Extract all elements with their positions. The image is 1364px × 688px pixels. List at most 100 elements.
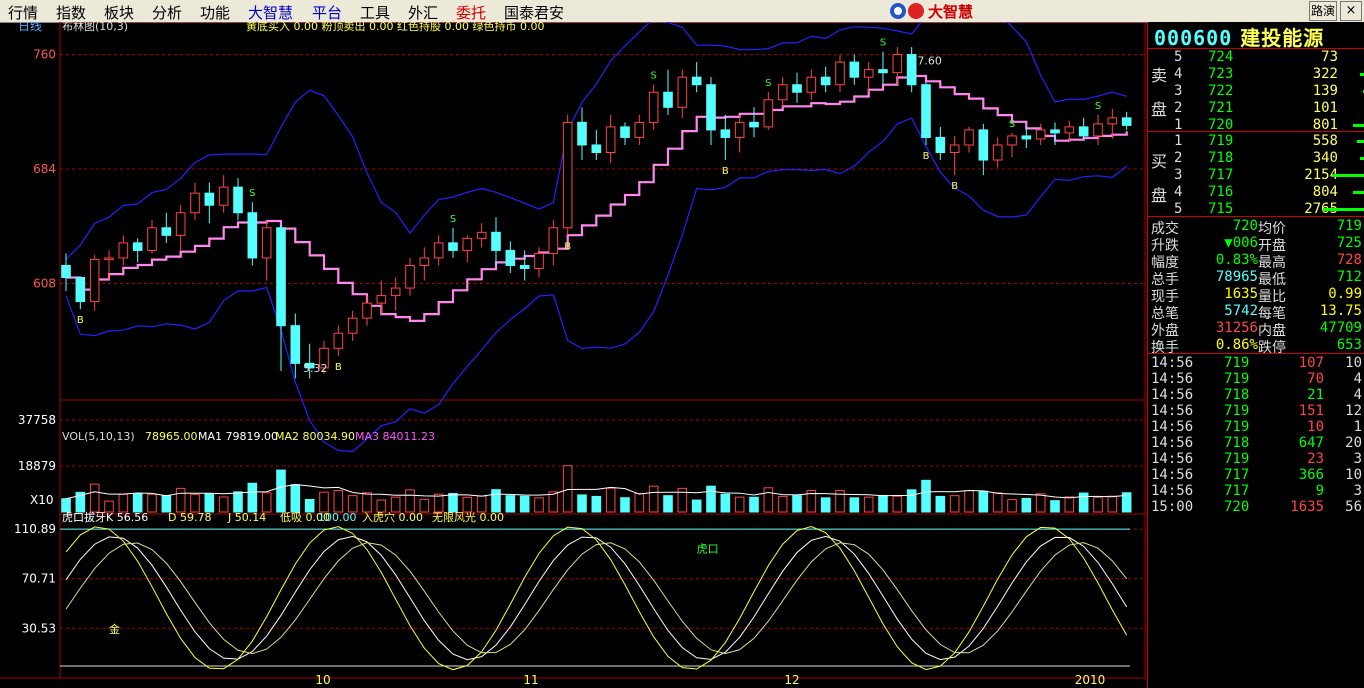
volume-indicator-bar	[1360, 157, 1364, 160]
candle-body	[433, 242, 444, 259]
bid-price: 715	[1208, 201, 1234, 217]
candle-body	[863, 69, 874, 78]
tick-price: 717	[1224, 483, 1250, 499]
buy-marker: B	[77, 315, 84, 326]
volume-bar	[949, 495, 960, 513]
bid-volume: 804	[1312, 184, 1338, 200]
quote-row: 14:56 717 366 10	[1148, 467, 1364, 484]
menu-item[interactable]: 指数	[56, 2, 86, 23]
tick-volume: 366	[1298, 467, 1324, 483]
vol-multiplier-label: X10	[30, 493, 54, 507]
volume-bar	[190, 493, 200, 513]
candle-body	[691, 76, 702, 86]
candle-body	[878, 69, 888, 74]
quote-row: 14:56 719 70 4	[1148, 371, 1364, 388]
volume-bar	[118, 493, 129, 513]
quote-row: 4 716 804	[1148, 184, 1364, 201]
close-button[interactable]: ×	[1340, 1, 1362, 21]
quote-row: 14:56 719 107 10	[1148, 355, 1364, 372]
bid-volume: 340	[1312, 150, 1338, 166]
tick-volume: 70	[1307, 371, 1324, 387]
menu-item[interactable]: 行情	[8, 2, 38, 23]
volume-bar	[720, 493, 731, 513]
buy-marker: B	[564, 241, 571, 252]
tick-time: 14:56	[1151, 419, 1194, 435]
tick-volume: 1635	[1290, 499, 1324, 515]
volume-bar	[218, 496, 229, 513]
menu-item[interactable]: 平台	[312, 2, 342, 23]
volume-bar	[147, 493, 157, 513]
level-index: 3	[1174, 167, 1183, 183]
tick-price: 719	[1224, 419, 1250, 435]
volume-bar	[534, 497, 544, 513]
volume-bar	[161, 495, 172, 513]
candle-body	[562, 121, 573, 229]
candle-body	[419, 257, 430, 266]
candle-body	[462, 237, 473, 251]
kdj-k-line	[65, 535, 1128, 661]
candle-body	[247, 212, 258, 259]
kline-chart[interactable]: 760 684 608 B S B S B S B S S B B S S 7.60 5.32 37758 18879…	[0, 22, 1147, 688]
menu-item[interactable]: 工具	[360, 2, 390, 23]
ask-price: 721	[1208, 100, 1234, 116]
vol-legend-ma3: MA3 84011.23	[355, 430, 435, 443]
candle-body	[448, 242, 458, 251]
quote-row: 3 722 139	[1148, 83, 1364, 100]
quote-row: 成交 720 均价 719	[1148, 218, 1364, 237]
kdj-tick-label: 70.71	[22, 572, 56, 586]
stat-value: 78965	[1215, 269, 1258, 285]
volume-bar	[935, 495, 946, 513]
volume-bar	[577, 494, 587, 513]
menu-item[interactable]: 功能	[200, 2, 230, 23]
period-label: 日线	[18, 22, 42, 33]
menu-item[interactable]: 分析	[152, 2, 182, 23]
stat-label: 跌停	[1258, 340, 1286, 356]
candle-body	[763, 99, 774, 128]
menu-item[interactable]: 外汇	[408, 2, 438, 23]
quote-row: 14:56 717 9 3	[1148, 483, 1364, 500]
menu-item[interactable]: 板块	[104, 2, 134, 23]
volume-bar	[849, 497, 860, 513]
bid-volume: 558	[1312, 133, 1338, 149]
tick-time: 14:56	[1151, 355, 1194, 371]
candle-body	[233, 186, 243, 214]
candle-body	[1107, 117, 1118, 125]
divider	[1148, 353, 1364, 354]
candle-body	[1078, 126, 1089, 137]
tick-price: 718	[1224, 387, 1250, 403]
volume-indicator-bar	[1323, 208, 1364, 211]
candle-body	[161, 227, 172, 236]
volume-indicator-bar	[1332, 174, 1364, 177]
stat-value: ▼006	[1224, 235, 1258, 251]
menu-item[interactable]: 大智慧	[248, 2, 293, 23]
roadshow-button[interactable]: 路演	[1309, 1, 1337, 21]
volume-bar	[204, 493, 215, 513]
buy-marker: B	[722, 166, 729, 177]
price-tick-label: 608	[33, 277, 56, 291]
tick-time: 14:56	[1151, 451, 1194, 467]
candle-body	[720, 129, 731, 138]
menu-item[interactable]: 委托	[456, 2, 486, 23]
candle-body	[548, 227, 559, 254]
volume-bar	[448, 492, 458, 513]
buy-marker: B	[951, 181, 958, 192]
brand-logo[interactable]: 大智慧	[888, 1, 1008, 21]
candle-body	[261, 227, 272, 259]
volume-bar	[1007, 499, 1017, 513]
candle-body	[892, 54, 903, 74]
month-label: 10	[315, 673, 330, 687]
candle-body	[491, 231, 501, 251]
tick-price: 719	[1224, 451, 1250, 467]
tick-time: 14:56	[1151, 467, 1194, 483]
quote-row: 幅度 0.83% 最高 728	[1148, 252, 1364, 271]
kdj-d-line	[65, 542, 1128, 655]
low-price-label: 5.32	[303, 362, 328, 375]
quote-row: 14:56 719 10 1	[1148, 419, 1364, 436]
volume-bar	[276, 469, 286, 513]
divider	[1148, 216, 1364, 217]
stat-value: 1635	[1224, 286, 1258, 302]
tick-count: 3	[1353, 451, 1362, 467]
menu-item[interactable]: 国泰君安	[504, 2, 564, 23]
candle-body	[405, 264, 415, 289]
candle-body	[706, 84, 716, 131]
